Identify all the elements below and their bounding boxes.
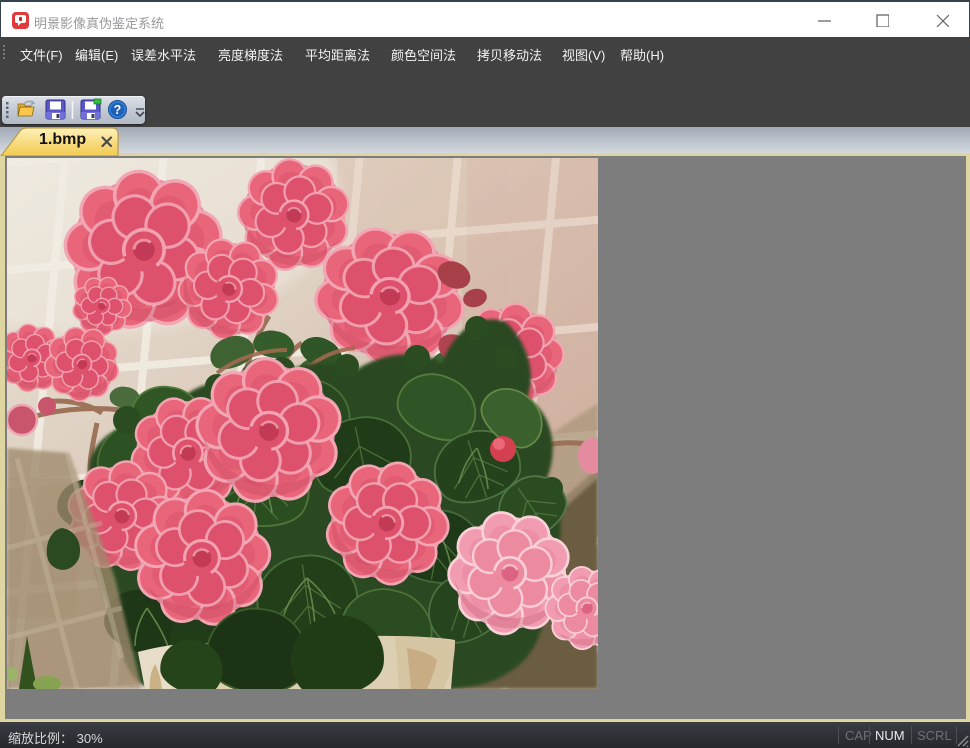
svg-text:?: ? [114, 103, 122, 117]
